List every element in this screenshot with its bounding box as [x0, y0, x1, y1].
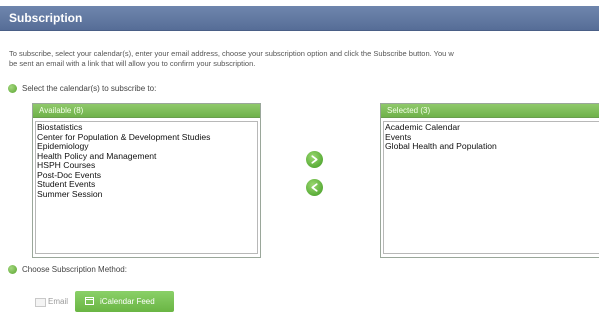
list-item[interactable]: HSPH Courses — [37, 161, 256, 171]
available-list-header: Available (8) — [33, 104, 260, 118]
list-item[interactable]: Epidemiology — [37, 142, 256, 152]
list-item[interactable]: Center for Population & Development Stud… — [37, 133, 256, 143]
list-item[interactable]: Events — [385, 133, 599, 143]
icalendar-option-label: iCalendar Feed — [100, 297, 155, 306]
available-list-body[interactable]: Biostatistics Center for Population & De… — [35, 121, 258, 254]
step-select-label: Select the calendar(s) to subscribe to: — [22, 84, 157, 93]
step-choose-method: Choose Subscription Method: — [8, 265, 127, 274]
selected-list-header: Selected (3) — [381, 104, 599, 118]
subscription-header: Subscription — [0, 6, 599, 31]
list-item[interactable]: Academic Calendar — [385, 123, 599, 133]
list-item[interactable]: Summer Session — [37, 190, 256, 200]
intro-line-1: To subscribe, select your calendar(s), e… — [9, 49, 454, 58]
green-dot-icon — [8, 265, 17, 274]
email-option-label: Email — [48, 297, 69, 306]
available-calendars-list: Available (8) Biostatistics Center for P… — [32, 103, 261, 258]
icalendar-feed-option-button[interactable]: iCalendar Feed — [75, 291, 174, 312]
list-item[interactable]: Student Events — [37, 180, 256, 190]
email-option-button[interactable]: Email — [35, 293, 68, 310]
arrow-right-icon — [311, 155, 318, 164]
list-item[interactable]: Global Health and Population — [385, 142, 599, 152]
calendar-icon — [85, 297, 94, 305]
selected-calendars-list: Selected (3) Academic Calendar Events Gl… — [380, 103, 599, 258]
list-item[interactable]: Health Policy and Management — [37, 152, 256, 162]
selected-list-body[interactable]: Academic Calendar Events Global Health a… — [383, 121, 599, 254]
list-item[interactable]: Post-Doc Events — [37, 171, 256, 181]
email-icon — [35, 298, 46, 307]
arrow-left-icon — [311, 183, 318, 192]
remove-from-selected-button[interactable] — [306, 179, 323, 196]
page-title: Subscription — [9, 11, 83, 25]
step-method-label: Choose Subscription Method: — [22, 265, 127, 274]
intro-text: To subscribe, select your calendar(s), e… — [9, 49, 599, 69]
intro-line-2: be sent an email with a link that will a… — [9, 59, 256, 68]
green-dot-icon — [8, 84, 17, 93]
step-select-calendars: Select the calendar(s) to subscribe to: — [8, 84, 157, 93]
add-to-selected-button[interactable] — [306, 151, 323, 168]
list-item[interactable]: Biostatistics — [37, 123, 256, 133]
